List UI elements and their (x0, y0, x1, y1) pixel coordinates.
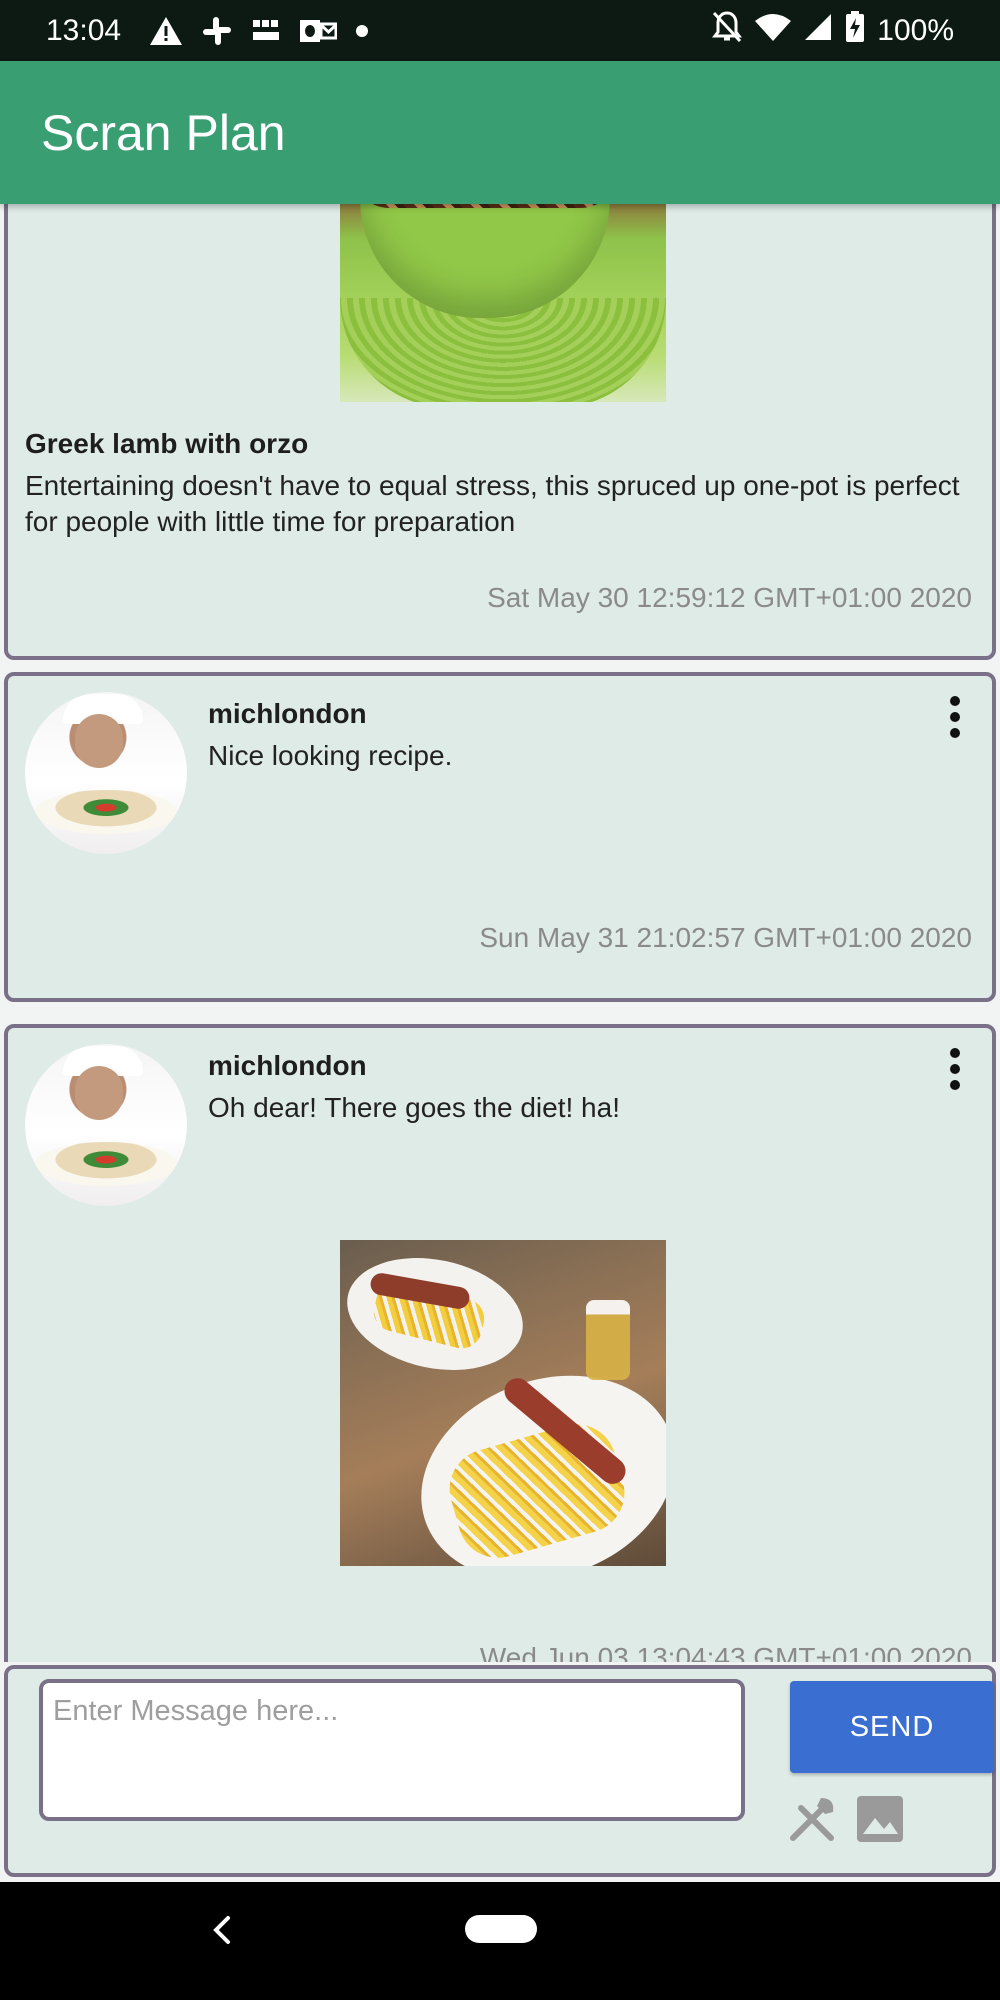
bbc-news-icon (251, 18, 281, 44)
post-timestamp: Sat May 30 12:59:12 GMT+01:00 2020 (487, 582, 972, 613)
outlook-icon (299, 16, 338, 46)
app-bar: Scran Plan (0, 61, 1000, 204)
system-nav-bar (0, 1882, 1000, 2000)
image-icon[interactable] (854, 1793, 906, 1845)
comment-card[interactable]: michlondon Oh dear! There goes the diet!… (4, 1024, 996, 1662)
recipe-photo[interactable] (340, 204, 666, 402)
message-input[interactable] (39, 1679, 745, 1821)
wifi-icon (755, 13, 792, 49)
comment-timestamp: Sun May 31 21:02:57 GMT+01:00 2020 (479, 922, 972, 953)
more-options-icon[interactable] (940, 692, 970, 742)
app-title: Scran Plan (41, 104, 286, 161)
comment-message: Nice looking recipe. (208, 740, 453, 771)
more-options-icon[interactable] (940, 1044, 970, 1094)
slack-icon (201, 15, 233, 47)
dot-icon (355, 24, 369, 38)
recipe-title: Greek lamb with orzo (25, 428, 309, 459)
signal-icon (803, 12, 833, 50)
recipe-post-card[interactable]: Greek lamb with orzo Entertaining doesn'… (4, 204, 996, 660)
comment-card[interactable]: michlondon Nice looking recipe. Sun May … (4, 672, 996, 1002)
avatar[interactable] (25, 1044, 187, 1206)
status-bar: 13:04 100% (0, 0, 1000, 61)
back-icon[interactable] (200, 1908, 244, 1952)
home-pill-icon[interactable] (465, 1915, 537, 1943)
battery-charging-icon (845, 10, 865, 51)
message-feed[interactable]: Greek lamb with orzo Entertaining doesn'… (0, 204, 1000, 1662)
comment-username: michlondon (208, 698, 367, 729)
comment-username: michlondon (208, 1050, 367, 1081)
recipe-utensils-icon[interactable] (786, 1793, 838, 1845)
comment-timestamp: Wed Jun 03 13:04:43 GMT+01:00 2020 (479, 1642, 972, 1662)
status-time: 13:04 (46, 13, 122, 47)
send-button[interactable]: SEND (790, 1681, 994, 1773)
battery-percentage: 100% (877, 13, 954, 47)
warning-icon (149, 16, 183, 46)
food-photo[interactable] (340, 1240, 666, 1566)
message-composer: SEND (4, 1665, 996, 1877)
avatar[interactable] (25, 692, 187, 854)
recipe-description: Entertaining doesn't have to equal stres… (25, 470, 960, 537)
comment-message: Oh dear! There goes the diet! ha! (208, 1092, 620, 1123)
notifications-off-icon (711, 10, 743, 52)
